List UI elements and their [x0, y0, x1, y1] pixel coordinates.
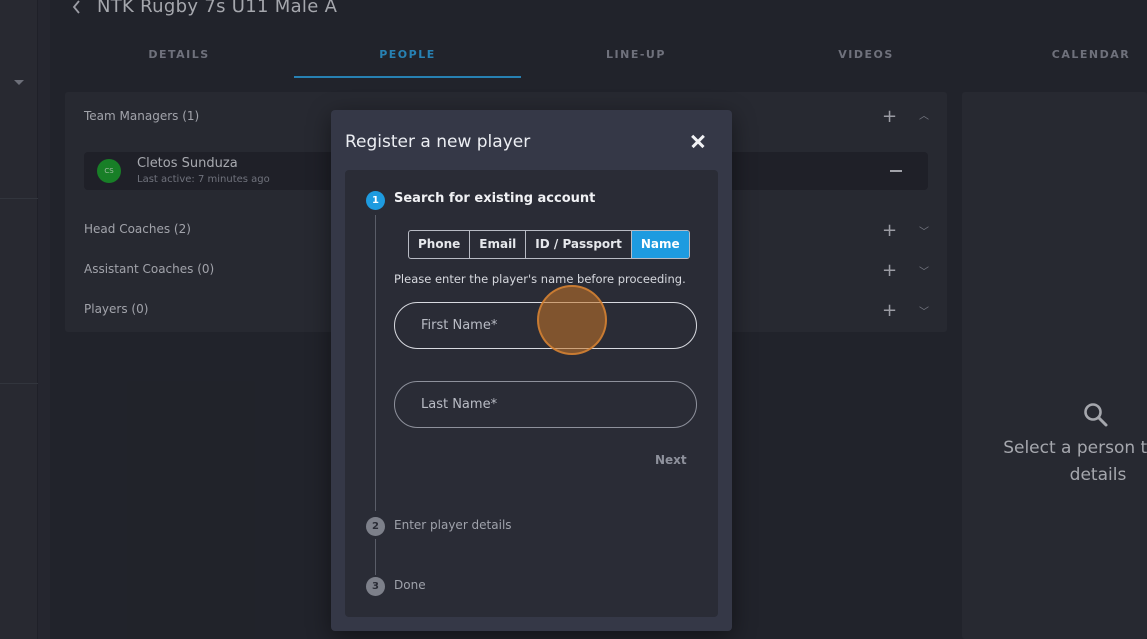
mode-id-passport-button[interactable]: ID / Passport — [526, 231, 632, 258]
touch-indicator — [537, 285, 607, 355]
mode-phone-button[interactable]: Phone — [409, 231, 471, 258]
step-1-label: Search for existing account — [394, 191, 596, 206]
mode-name-button[interactable]: Name — [631, 231, 689, 258]
step-connector — [375, 215, 376, 511]
dialog-title: Register a new player — [345, 132, 531, 152]
close-icon[interactable] — [689, 132, 707, 150]
register-player-dialog: Register a new player 1 Search for exist… — [331, 110, 732, 631]
name-hint-text: Please enter the player's name before pr… — [394, 272, 686, 286]
step-2-label: Enter player details — [394, 518, 512, 532]
step-3-indicator: 3 — [366, 577, 385, 596]
mode-email-button[interactable]: Email — [470, 231, 527, 258]
step-connector — [375, 539, 376, 575]
next-button[interactable]: Next — [655, 453, 687, 467]
step-2-indicator: 2 — [366, 517, 385, 536]
search-mode-toggle: Phone Email ID / Passport Name — [408, 230, 690, 259]
last-name-field[interactable]: Last Name* — [394, 381, 697, 428]
step-3-label: Done — [394, 578, 426, 592]
registration-stepper: 1 Search for existing account Phone Emai… — [345, 170, 718, 617]
step-1-indicator: 1 — [366, 191, 385, 210]
